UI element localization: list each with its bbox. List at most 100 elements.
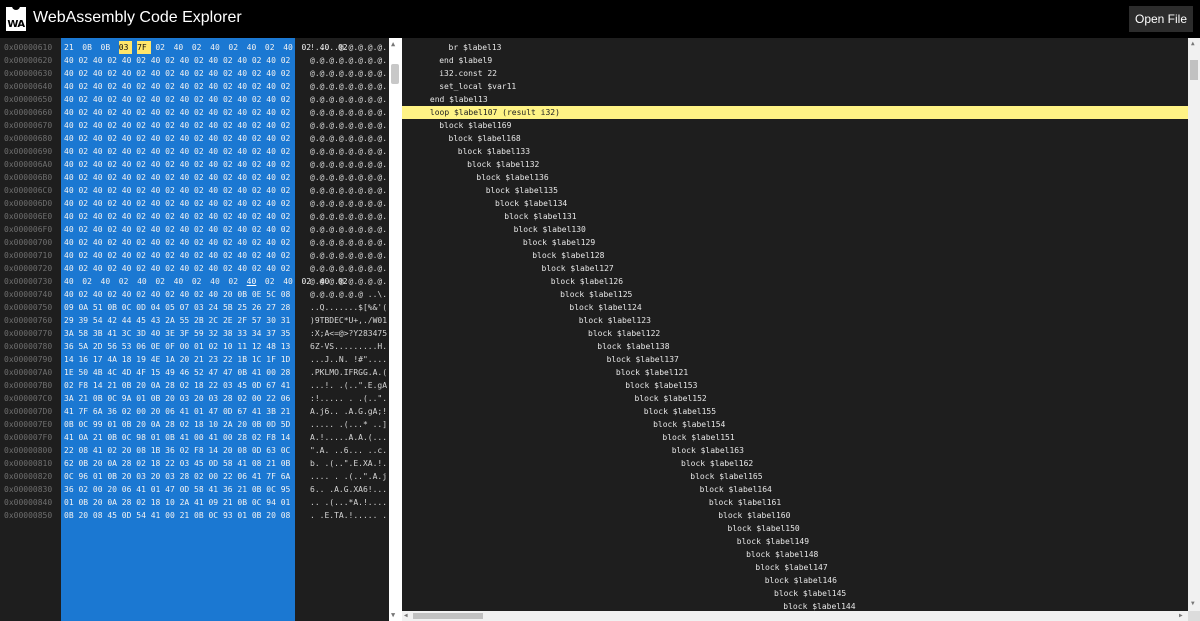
hex-byte[interactable]: 02 [155,41,168,54]
hex-row-bytes[interactable]: 0C 96 01 0B 20 03 20 03 28 02 00 22 06 4… [64,470,290,483]
hex-row-bytes[interactable]: 40 02 40 02 40 02 40 02 40 02 40 02 40 0… [64,223,290,236]
hex-row-bytes[interactable]: 36 02 00 20 06 41 01 47 0D 58 41 36 21 0… [64,483,290,496]
hex-byte-selected[interactable]: 7F [137,41,151,54]
code-line[interactable]: block $label165 [402,470,1188,483]
hex-byte[interactable]: 40 [174,275,187,288]
hex-row-bytes[interactable]: 14 16 17 4A 18 19 4E 1A 20 21 23 22 1B 1… [64,353,290,366]
code-line[interactable]: block $label121 [402,366,1188,379]
hex-row-bytes[interactable]: 40 02 40 02 40 02 40 02 40 02 40 02 40 0… [64,132,290,145]
code-line[interactable]: block $label150 [402,522,1188,535]
hex-byte[interactable]: 21 [64,41,77,54]
code-line[interactable]: block $label154 [402,418,1188,431]
hex-byte[interactable]: 02 [119,275,132,288]
code-line[interactable]: end $label9 [402,54,1188,67]
hex-row-bytes[interactable]: 41 0A 21 0B 0C 98 01 0B 41 00 41 00 28 0… [64,431,290,444]
hex-byte[interactable]: 02 [192,41,205,54]
hex-byte[interactable]: 0B [101,41,114,54]
code-line[interactable]: block $label145 [402,587,1188,600]
hex-row-bytes[interactable]: 40 02 40 02 40 02 40 02 40 02 40 02 40 0… [64,158,290,171]
hex-row-bytes[interactable]: 40 02 40 02 40 02 40 02 40 02 40 02 40 0… [64,171,290,184]
scroll-up-arrow-icon[interactable]: ▲ [1191,41,1195,47]
code-line[interactable]: block $label164 [402,483,1188,496]
scroll-left-arrow-icon[interactable]: ◀ [404,613,408,619]
hex-row-bytes[interactable]: 41 7F 6A 36 02 00 20 06 41 01 47 0D 67 4… [64,405,290,418]
hex-byte[interactable]: 0B [82,41,95,54]
hex-row-bytes[interactable]: 40 02 40 02 40 02 40 02 40 02 40 02 40 0… [64,145,290,158]
code-line[interactable]: block $label136 [402,171,1188,184]
hex-byte[interactable]: 40 [283,275,296,288]
code-line[interactable]: block $label138 [402,340,1188,353]
code-line[interactable]: block $label127 [402,262,1188,275]
code-line[interactable]: block $label135 [402,184,1188,197]
code-line[interactable]: i32.const 22 [402,67,1188,80]
code-line[interactable]: br $label13 [402,41,1188,54]
hex-row-bytes[interactable]: 40 02 40 02 40 02 40 02 40 02 40 02 40 0… [64,119,290,132]
hex-row-bytes[interactable]: 29 39 54 42 44 45 43 2A 55 2B 2C 2E 2F 5… [64,314,290,327]
code-line[interactable]: block $label129 [402,236,1188,249]
code-line[interactable]: block $label152 [402,392,1188,405]
code-line[interactable]: block $label124 [402,301,1188,314]
hex-row-bytes[interactable]: 09 0A 51 0B 0C 0D 04 05 07 03 24 5B 25 2… [64,301,290,314]
code-line[interactable]: block $label137 [402,353,1188,366]
hex-byte[interactable]: 02 [192,275,205,288]
code-line[interactable]: block $label125 [402,288,1188,301]
scroll-right-arrow-icon[interactable]: ▶ [1179,613,1183,619]
hex-byte[interactable]: 40 [101,275,114,288]
code-line[interactable]: block $label131 [402,210,1188,223]
scroll-down-arrow-icon[interactable]: ▼ [1191,601,1195,607]
hex-row-bytes[interactable]: 01 0B 20 0A 28 02 18 10 2A 41 09 21 0B 0… [64,496,290,509]
hex-row-bytes[interactable]: 40 02 40 02 40 02 40 02 40 02 40 02 40 0… [64,80,290,93]
code-line[interactable]: block $label144 [402,600,1188,611]
hex-row-bytes[interactable]: 1E 50 4B 4C 4D 4F 15 49 46 52 47 47 0B 4… [64,366,290,379]
hex-byte[interactable]: 40 [210,275,223,288]
hex-byte[interactable]: 02 [228,41,241,54]
code-line[interactable]: block $label160 [402,509,1188,522]
hex-row-bytes[interactable]: 02 F8 14 21 0B 20 0A 28 02 18 22 03 45 0… [64,379,290,392]
hex-row-bytes[interactable]: 36 5A 2D 56 53 06 0E 0F 00 01 02 10 11 1… [64,340,290,353]
code-line[interactable]: block $label130 [402,223,1188,236]
code-line[interactable]: block $label134 [402,197,1188,210]
hex-byte[interactable]: 40 [174,41,187,54]
hex-row-bytes[interactable]: 40 02 40 02 40 02 40 02 40 02 40 02 40 0… [64,106,290,119]
hex-row-bytes[interactable]: 3A 21 0B 0C 9A 01 0B 20 03 20 03 28 02 0… [64,392,290,405]
code-line[interactable]: block $label122 [402,327,1188,340]
hex-row-bytes[interactable]: 40 02 40 02 40 02 40 02 40 02 40 02 40 0… [64,197,290,210]
code-line[interactable]: set_local $var11 [402,80,1188,93]
scroll-down-arrow-icon[interactable]: ▼ [391,611,395,619]
code-line[interactable]: block $label162 [402,457,1188,470]
hex-byte[interactable]: 40 [283,41,296,54]
hex-scrollbar-thumb[interactable] [391,64,399,84]
code-line[interactable]: block $label149 [402,535,1188,548]
hex-byte[interactable]: 02 [82,275,95,288]
hex-row-bytes[interactable]: 40 02 40 02 40 02 40 02 40 02 40 02 40 0… [64,93,290,106]
scroll-up-arrow-icon[interactable]: ▲ [391,40,395,48]
code-line[interactable]: block $label161 [402,496,1188,509]
code-line[interactable]: block $label123 [402,314,1188,327]
hex-row-bytes[interactable]: 0B 0C 99 01 0B 20 0A 28 02 18 10 2A 20 0… [64,418,290,431]
hex-byte[interactable]: 40 [64,275,77,288]
code-line[interactable]: block $label151 [402,431,1188,444]
hex-byte-selected[interactable]: 03 [118,41,133,54]
code-horizontal-scrollbar[interactable]: ◀ ▶ [402,611,1188,621]
hex-byte[interactable]: 02 [265,41,278,54]
code-line[interactable]: end $label13 [402,93,1188,106]
hex-byte[interactable]: 02 [228,275,241,288]
code-line[interactable]: block $label163 [402,444,1188,457]
hex-byte[interactable]: 02 [265,275,278,288]
code-line[interactable]: block $label126 [402,275,1188,288]
code-line[interactable]: block $label147 [402,561,1188,574]
hex-row-bytes[interactable]: 62 0B 20 0A 28 02 18 22 03 45 0D 58 41 0… [64,457,290,470]
code-line[interactable]: block $label128 [402,249,1188,262]
hex-row-bytes[interactable]: 40 02 40 02 40 02 40 02 40 02 40 02 40 0… [64,236,290,249]
code-line[interactable]: block $label153 [402,379,1188,392]
hex-byte[interactable]: 02 [155,275,168,288]
code-line[interactable]: block $label169 [402,119,1188,132]
hex-row-bytes[interactable]: 40 02 40 02 40 02 40 02 40 02 40 02 40 0… [64,184,290,197]
hex-row-bytes[interactable]: 40 02 40 02 40 02 40 02 40 02 40 02 40 0… [64,262,290,275]
code-line[interactable]: block $label146 [402,574,1188,587]
hex-row-bytes[interactable]: 3A 58 3B 41 3C 3D 40 3E 3F 59 32 38 33 3… [64,327,290,340]
code-line[interactable]: block $label168 [402,132,1188,145]
hex-row-bytes[interactable]: 40 02 40 02 40 02 40 02 40 02 40 02 40 0… [64,249,290,262]
code-vertical-scrollbar[interactable]: ▲ ▼ [1188,38,1200,611]
hex-row-bytes[interactable]: 40 02 40 02 40 02 40 02 40 02 40 02 40 0… [64,54,290,67]
